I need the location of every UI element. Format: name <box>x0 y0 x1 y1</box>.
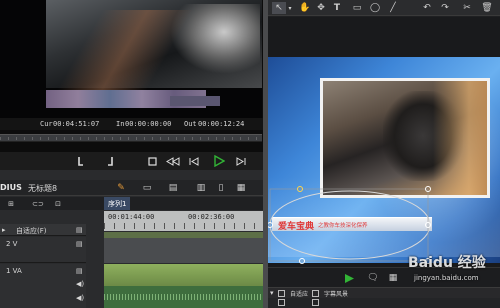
selection-ellipse[interactable] <box>269 190 431 260</box>
project-title: 无标题8 <box>28 184 58 193</box>
text-icon[interactable]: T <box>330 2 344 14</box>
set-in-button[interactable] <box>75 154 87 168</box>
track-1va-clip[interactable] <box>104 264 266 286</box>
blurred-caption-2 <box>170 96 220 106</box>
folder-icon[interactable]: ▤ <box>168 182 178 194</box>
timecode-bar: Cur 00:04:51:07 In 00:00:00:00 Out 00:00… <box>0 118 266 130</box>
track-lock-icon[interactable]: ⊞ <box>6 198 16 209</box>
layer-checkbox[interactable] <box>278 299 285 306</box>
layer-label: 字幕风景 <box>324 291 349 298</box>
timeline-side-strip <box>86 211 102 308</box>
new-file-icon[interactable]: ▭ <box>142 182 152 194</box>
source-player: Cur 00:04:51:07 In 00:00:00:00 Out 00:00… <box>0 0 266 170</box>
arrow-dropdown-icon[interactable]: ▾ <box>287 2 293 14</box>
timeline-toolbar: ✎ ▭ ▤ ▥ ▯ ▦ <box>112 182 262 194</box>
titler-window: ↖ ▾ ✋ ✥ T ▭ ◯ ╱ ↶ ↷ ✂ 🗑 爱车宝典 之教你车技深化保养 🗨… <box>268 0 500 308</box>
trash-icon[interactable]: 🗑 <box>480 2 494 14</box>
edit-tool-icon[interactable]: ✎ <box>116 182 126 194</box>
sequence-tab-row: ⊞ ⊂⊃ ⊡ 序列1 <box>0 197 266 210</box>
expand-icon[interactable]: ▸ <box>2 226 6 234</box>
audio-icon[interactable]: ◀) <box>76 280 84 288</box>
stop-button[interactable] <box>146 155 158 167</box>
timeline-panel: DIUS 无标题8 ✎ ▭ ▤ ▥ ▯ ▦ ⊞ ⊂⊃ ⊡ 序列1 00:01:4… <box>0 170 266 308</box>
track-option-icon[interactable]: ▤ <box>76 226 83 234</box>
play-icon <box>214 155 225 167</box>
hand-icon[interactable]: ✋ <box>298 2 312 14</box>
step-forward-icon <box>236 156 246 166</box>
track-visibility-icon[interactable]: ▤ <box>76 240 83 248</box>
layer-checkbox[interactable] <box>278 290 285 297</box>
scrub-marks <box>0 137 262 140</box>
layer-checkbox[interactable] <box>312 290 319 297</box>
track-2v-content[interactable] <box>104 238 266 263</box>
scrub-bar[interactable] <box>0 134 262 142</box>
ruler-ticks <box>104 223 266 229</box>
step-forward-button[interactable] <box>234 155 248 167</box>
rectangle-icon[interactable]: ▭ <box>350 2 364 14</box>
step-back-button[interactable] <box>187 155 201 167</box>
copy-icon[interactable]: ▯ <box>216 182 226 194</box>
layer-row-2[interactable] <box>268 298 500 308</box>
watermark-url: jingyan.baidu.com <box>414 274 479 282</box>
fullscreen-icon[interactable]: ▦ <box>386 272 400 284</box>
undo-icon[interactable]: ↶ <box>420 2 434 14</box>
rewind-icon <box>166 156 180 166</box>
watermark-main: Baidu 经验 <box>408 255 486 271</box>
cut-icon[interactable]: ✂ <box>460 2 474 14</box>
ruler-tick-label: 00:01:44:00 <box>108 213 155 221</box>
cur-timecode: 00:04:51:07 <box>53 120 100 128</box>
ellipse-icon[interactable]: ◯ <box>368 2 382 14</box>
track-1va-audio[interactable] <box>104 286 266 308</box>
app-brand: DIUS <box>0 183 22 192</box>
audio-waveform <box>104 294 266 300</box>
redo-icon[interactable]: ↷ <box>438 2 452 14</box>
track-1va-header[interactable]: 1 VA ▤ ◀) ◀) <box>0 264 100 308</box>
in-label: In <box>116 120 125 128</box>
time-ruler[interactable]: 00:01:44:00 00:02:36:00 <box>104 211 266 231</box>
audio-icon[interactable]: ◀) <box>76 294 84 302</box>
out-timecode: 00:00:12:24 <box>198 120 245 128</box>
track-adapt-header[interactable]: ▸ 自适应(F) ▤ <box>0 224 100 236</box>
track-name: 自适应(F) <box>16 227 47 235</box>
delete-icon[interactable]: ▥ <box>196 182 206 194</box>
cur-label: Cur <box>40 120 53 128</box>
arrow-icon[interactable]: ↖ <box>272 2 286 14</box>
track-2v-header[interactable]: 2 V ▤ <box>0 237 100 263</box>
playback-controls <box>0 152 266 170</box>
rewind-button[interactable] <box>165 155 181 167</box>
step-back-icon <box>189 156 199 166</box>
track-header-buttons: ⊞ ⊂⊃ ⊡ <box>0 198 100 209</box>
track-name: 1 VA <box>6 267 22 275</box>
subtitle-icon[interactable]: 🗨 <box>366 272 380 284</box>
snap-icon[interactable]: ⊡ <box>52 198 64 209</box>
track-visibility-icon[interactable]: ▤ <box>76 267 83 275</box>
titler-canvas-area: 爱车宝典 之教你车技深化保养 <box>268 17 500 267</box>
export-icon[interactable]: ▦ <box>236 182 246 194</box>
source-video-frame <box>0 0 262 118</box>
layer-checkbox[interactable] <box>312 299 319 306</box>
titler-toolbar: ↖ ▾ ✋ ✥ T ▭ ◯ ╱ ↶ ↷ ✂ 🗑 <box>268 0 500 16</box>
line-icon[interactable]: ╱ <box>386 2 400 14</box>
stop-icon <box>147 156 157 166</box>
play-icon <box>344 273 354 283</box>
link-icon[interactable]: ⊂⊃ <box>32 198 44 209</box>
play-button[interactable] <box>212 154 226 168</box>
mark-out-icon <box>108 157 113 166</box>
track-name: 2 V <box>6 240 18 248</box>
set-out-button[interactable] <box>104 154 116 168</box>
baidu-watermark: Baidu 经验 jingyan.baidu.com <box>408 252 498 292</box>
mark-in-icon <box>78 157 83 166</box>
out-label: Out <box>184 120 197 128</box>
in-timecode: 00:00:00:00 <box>125 120 172 128</box>
move-icon[interactable]: ✥ <box>314 2 328 14</box>
titler-play-button[interactable] <box>342 272 356 284</box>
layer-mode: 自适应 <box>290 291 309 298</box>
layer-expand-icon[interactable]: ▾ <box>270 289 274 297</box>
timeline-header: DIUS 无标题8 ✎ ▭ ▤ ▥ ▯ ▦ <box>0 180 266 196</box>
ruler-tick-label: 00:02:36:00 <box>188 213 235 221</box>
sequence-tab[interactable]: 序列1 <box>104 197 131 210</box>
